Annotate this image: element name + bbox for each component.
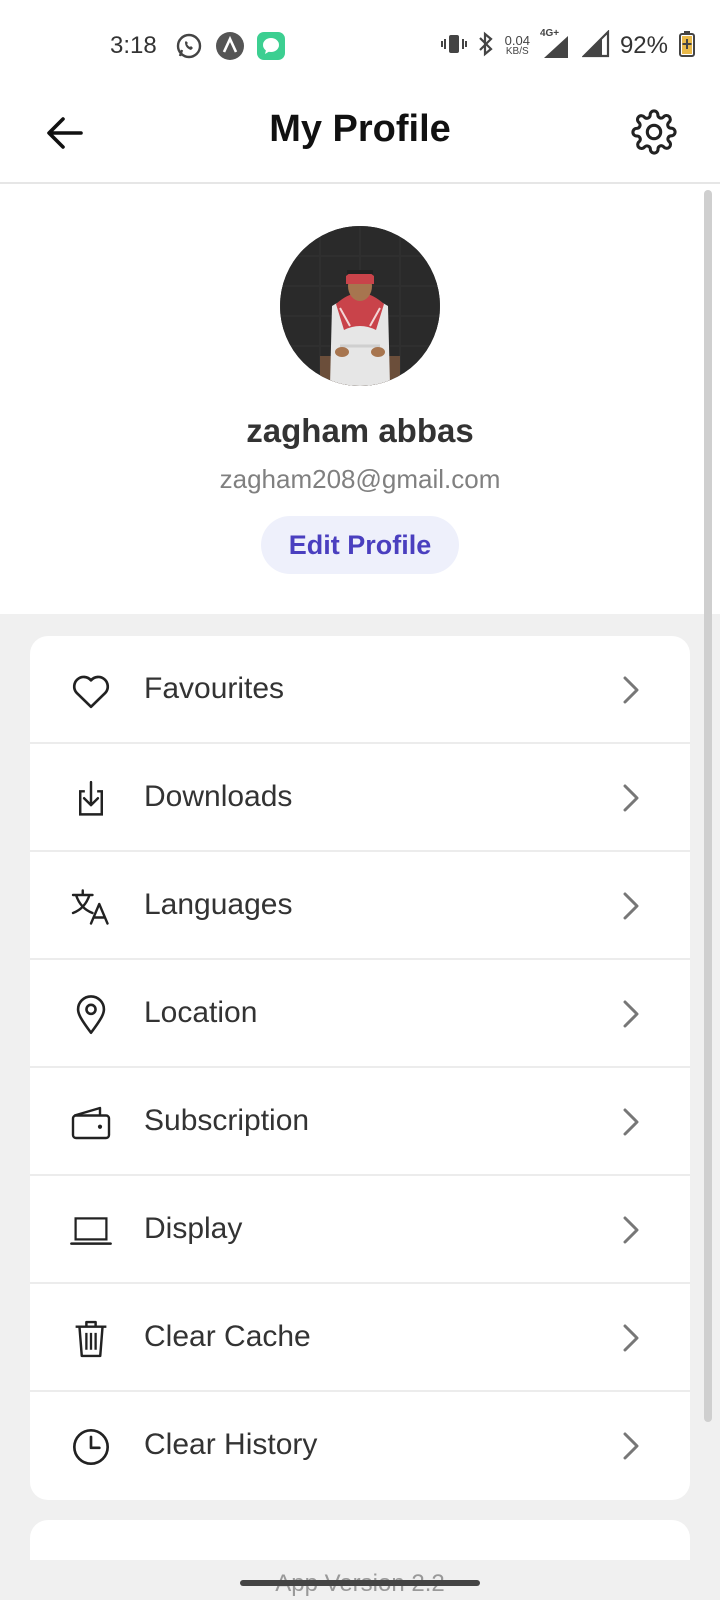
menu-item-label: Clear Cache [144, 1320, 311, 1353]
location-pin-icon [70, 994, 112, 1036]
menu-item-clear-history[interactable]: Clear History [30, 1392, 690, 1500]
status-bar: 3:18 0.04 KB/S 4G+ 92% [0, 0, 720, 88]
home-indicator[interactable] [240, 1580, 480, 1586]
secondary-card [30, 1520, 690, 1560]
menu-card: Favourites Downloads Languages Location … [30, 636, 690, 1500]
menu-item-label: Downloads [144, 780, 293, 813]
menu-item-clear-cache[interactable]: Clear Cache [30, 1284, 690, 1392]
laptop-icon [70, 1210, 112, 1252]
menu-item-location[interactable]: Location [30, 960, 690, 1068]
chevron-right-icon [616, 1322, 646, 1354]
menu-item-subscription[interactable]: Subscription [30, 1068, 690, 1176]
heart-icon [70, 670, 112, 712]
network-speed-value: 0.04 [504, 33, 530, 48]
download-icon [70, 778, 112, 820]
chevron-right-icon [616, 1430, 646, 1462]
status-right-group: 0.04 KB/S 4G+ 92% [440, 28, 696, 63]
scrollbar[interactable] [704, 190, 712, 1422]
trash-icon [70, 1318, 112, 1360]
menu-area: Favourites Downloads Languages Location … [0, 614, 720, 1600]
battery-charging-icon [678, 30, 696, 63]
chevron-right-icon [616, 890, 646, 922]
menu-item-label: Languages [144, 888, 293, 921]
menu-item-label: Clear History [144, 1428, 318, 1461]
status-time: 3:18 [110, 32, 157, 59]
app-notification-icon [215, 31, 245, 61]
menu-item-label: Subscription [144, 1104, 310, 1137]
avatar[interactable] [280, 226, 440, 386]
wallet-icon [70, 1102, 112, 1144]
whatsapp-icon [174, 31, 204, 61]
menu-item-favourites[interactable]: Favourites [30, 636, 690, 744]
avatar-photo [280, 226, 440, 386]
vibrate-icon [440, 31, 467, 62]
app-header: My Profile [0, 88, 720, 184]
menu-item-label: Display [144, 1212, 243, 1245]
settings-button[interactable] [626, 104, 682, 160]
translate-icon [70, 886, 112, 928]
menu-item-languages[interactable]: Languages [30, 852, 690, 960]
chat-app-icon [256, 31, 286, 61]
signal-4g-icon: 4G+ [540, 28, 572, 60]
page-title: My Profile [269, 108, 451, 150]
network-speed: 0.04 KB/S [504, 33, 530, 57]
menu-item-downloads[interactable]: Downloads [30, 744, 690, 852]
profile-section: zagham abbas zagham208@gmail.com Edit Pr… [0, 186, 720, 614]
menu-item-display[interactable]: Display [30, 1176, 690, 1284]
edit-profile-button[interactable]: Edit Profile [261, 516, 459, 574]
clock-icon [70, 1426, 112, 1468]
chevron-right-icon [616, 674, 646, 706]
profile-email: zagham208@gmail.com [219, 464, 501, 494]
signal-icon [581, 28, 610, 63]
chevron-right-icon [616, 1106, 646, 1138]
bluetooth-icon [477, 31, 495, 62]
profile-name: zagham abbas [246, 412, 474, 449]
chevron-right-icon [616, 998, 646, 1030]
gear-icon [631, 109, 677, 155]
chevron-right-icon [616, 1214, 646, 1246]
menu-item-label: Favourites [144, 672, 285, 705]
network-speed-unit: KB/S [505, 46, 529, 57]
chevron-right-icon [616, 782, 646, 814]
battery-percent: 92% [619, 32, 668, 59]
menu-item-label: Location [144, 996, 258, 1029]
